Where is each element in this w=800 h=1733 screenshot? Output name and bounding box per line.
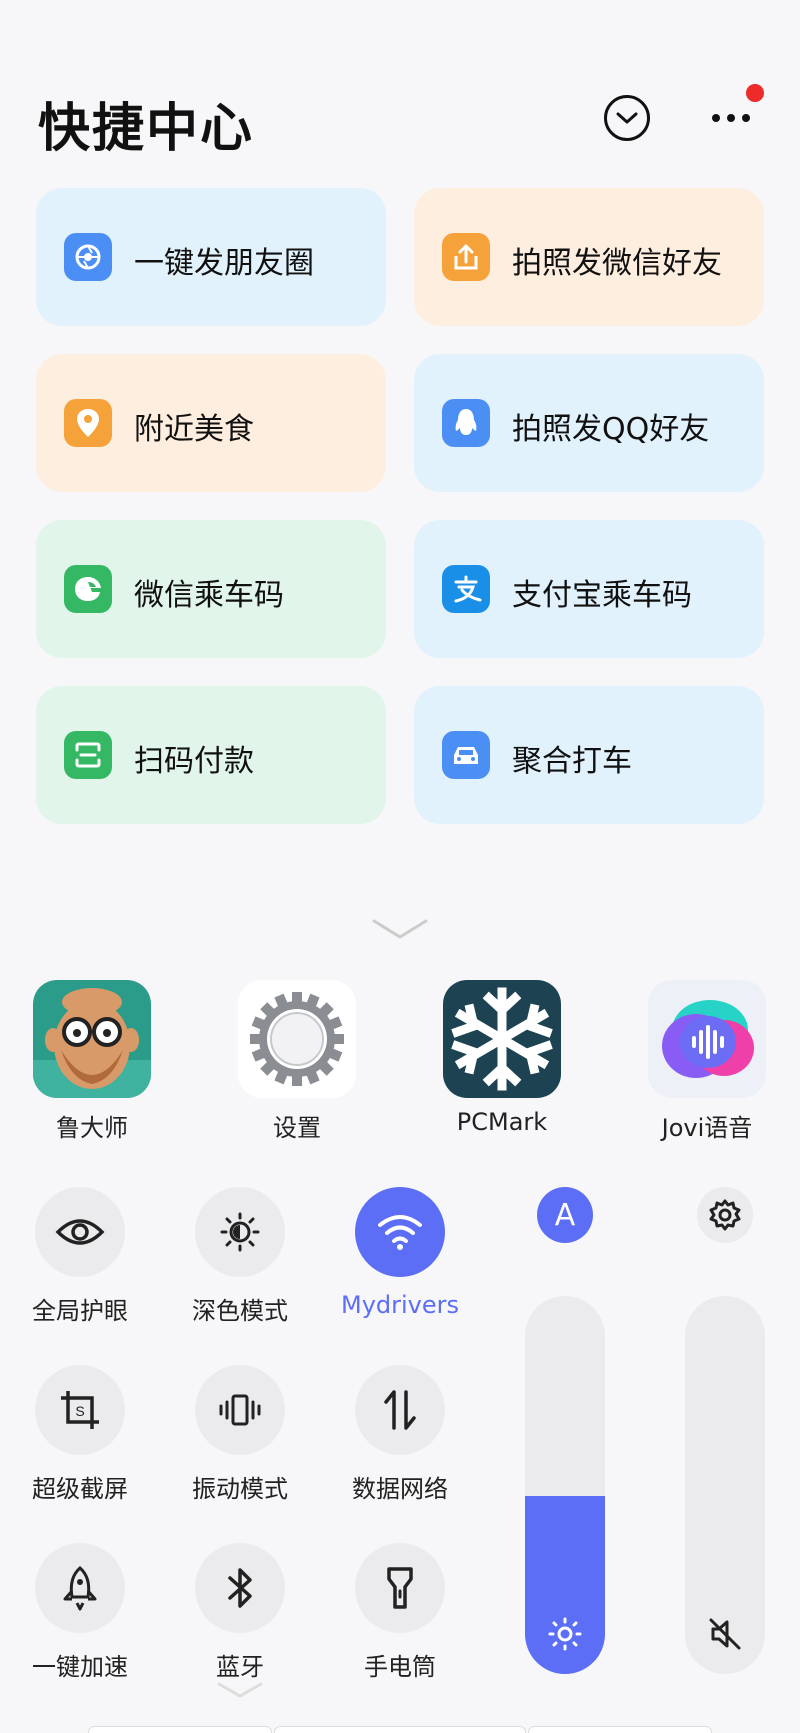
app-settings[interactable]: 设置 [232, 980, 362, 1143]
chevron-down-icon [215, 1680, 265, 1702]
shortcut-wechat-bus[interactable]: 微信乘车码 [36, 520, 386, 658]
drag-handle-chevron[interactable] [370, 915, 430, 945]
shortcut-label: 一键发朋友圈 [134, 246, 314, 281]
toggle-label: 全局护眼 [32, 1297, 128, 1325]
toggle-eye-protection[interactable]: 全局护眼 [15, 1187, 145, 1326]
toggle-label: 数据网络 [352, 1475, 448, 1503]
shortcut-wechat-photo[interactable]: 拍照发微信好友 [414, 188, 764, 326]
toggle-flashlight[interactable]: 手电筒 [335, 1543, 465, 1682]
mobile-data-icon [355, 1365, 445, 1455]
chevron-down-circle-icon[interactable] [604, 95, 650, 141]
auto-brightness-button[interactable]: A [537, 1187, 593, 1243]
bluetooth-icon [195, 1543, 285, 1633]
bottom-tab-3 [528, 1726, 712, 1733]
share-upload-icon [442, 233, 490, 281]
toggle-wifi[interactable]: Mydrivers [335, 1187, 465, 1319]
shortcut-label: 扫码付款 [134, 744, 254, 779]
screenshot-icon: S [35, 1365, 125, 1455]
shortcut-label: 拍照发微信好友 [512, 246, 722, 281]
recent-apps: 鲁大师 设置 PCMark Jovi语音 [0, 980, 800, 1143]
rocket-icon [35, 1543, 125, 1633]
app-ludashi[interactable]: 鲁大师 [27, 980, 157, 1143]
volume-slider[interactable] [685, 1296, 765, 1674]
qq-penguin-icon [442, 399, 490, 447]
app-label: Jovi语音 [661, 1114, 753, 1142]
shortcut-label: 聚合打车 [512, 744, 632, 779]
toggle-mobile-data[interactable]: 数据网络 [335, 1365, 465, 1504]
scan-pay-icon [64, 731, 112, 779]
app-jovi[interactable]: Jovi语音 [642, 980, 772, 1143]
bottom-tab-2 [274, 1726, 526, 1733]
app-label: 鲁大师 [56, 1114, 128, 1142]
wechat-bus-code-icon [64, 565, 112, 613]
toggle-label: 一键加速 [32, 1653, 128, 1681]
shortcut-alipay-bus[interactable]: 支付宝乘车码 [414, 520, 764, 658]
app-pcmark[interactable]: PCMark [437, 980, 567, 1136]
brightness-slider[interactable] [525, 1296, 605, 1674]
app-label: PCMark [456, 1108, 548, 1136]
toggle-dark-mode[interactable]: 深色模式 [175, 1187, 305, 1326]
toggle-boost[interactable]: 一键加速 [15, 1543, 145, 1682]
toggle-bluetooth[interactable]: 蓝牙 [175, 1543, 305, 1682]
alipay-icon [442, 565, 490, 613]
svg-text:S: S [75, 1403, 84, 1419]
shortcut-label: 支付宝乘车码 [512, 578, 692, 613]
flashlight-icon [355, 1543, 445, 1633]
toggle-label: 振动模式 [192, 1475, 288, 1503]
toggle-label: Mydrivers [340, 1291, 460, 1319]
shortcut-nearby-food[interactable]: 附近美食 [36, 354, 386, 492]
eye-icon [35, 1187, 125, 1277]
shortcut-label: 附近美食 [134, 412, 254, 447]
shortcut-taxi[interactable]: 聚合打车 [414, 686, 764, 824]
wifi-icon [355, 1187, 445, 1277]
car-icon [442, 731, 490, 779]
shortcut-label: 微信乘车码 [134, 578, 284, 613]
shortcut-qq-photo[interactable]: 拍照发QQ好友 [414, 354, 764, 492]
toggle-label: 深色模式 [192, 1297, 288, 1325]
vibrate-icon [195, 1365, 285, 1455]
toggle-label: 手电筒 [364, 1653, 436, 1681]
shortcut-moments[interactable]: 一键发朋友圈 [36, 188, 386, 326]
notification-dot [746, 84, 764, 102]
toggle-screenshot[interactable]: S 超级截屏 [15, 1365, 145, 1504]
toggle-vibrate[interactable]: 振动模式 [175, 1365, 305, 1504]
shortcut-label: 拍照发QQ好友 [512, 412, 710, 447]
toggle-label: 蓝牙 [216, 1653, 264, 1681]
toggle-label: 超级截屏 [32, 1475, 128, 1503]
location-pin-icon [64, 399, 112, 447]
moments-camera-icon [64, 233, 112, 281]
muted-speaker-icon [707, 1616, 743, 1652]
page-title: 快捷中心 [38, 99, 255, 159]
more-dots-icon[interactable] [710, 108, 760, 128]
header: 快捷中心 [0, 0, 800, 180]
shortcut-scan-pay[interactable]: 扫码付款 [36, 686, 386, 824]
gear-icon[interactable] [697, 1187, 753, 1243]
brightness-sun-icon [547, 1616, 583, 1652]
pcmark-snowflake-app-icon [443, 980, 561, 1098]
bottom-tab-1 [88, 1726, 272, 1733]
jovi-voice-app-icon [648, 980, 766, 1098]
settings-gear-app-icon [238, 980, 356, 1098]
ludashi-app-icon [33, 980, 151, 1098]
app-label: 设置 [273, 1114, 321, 1142]
dark-mode-icon [195, 1187, 285, 1277]
